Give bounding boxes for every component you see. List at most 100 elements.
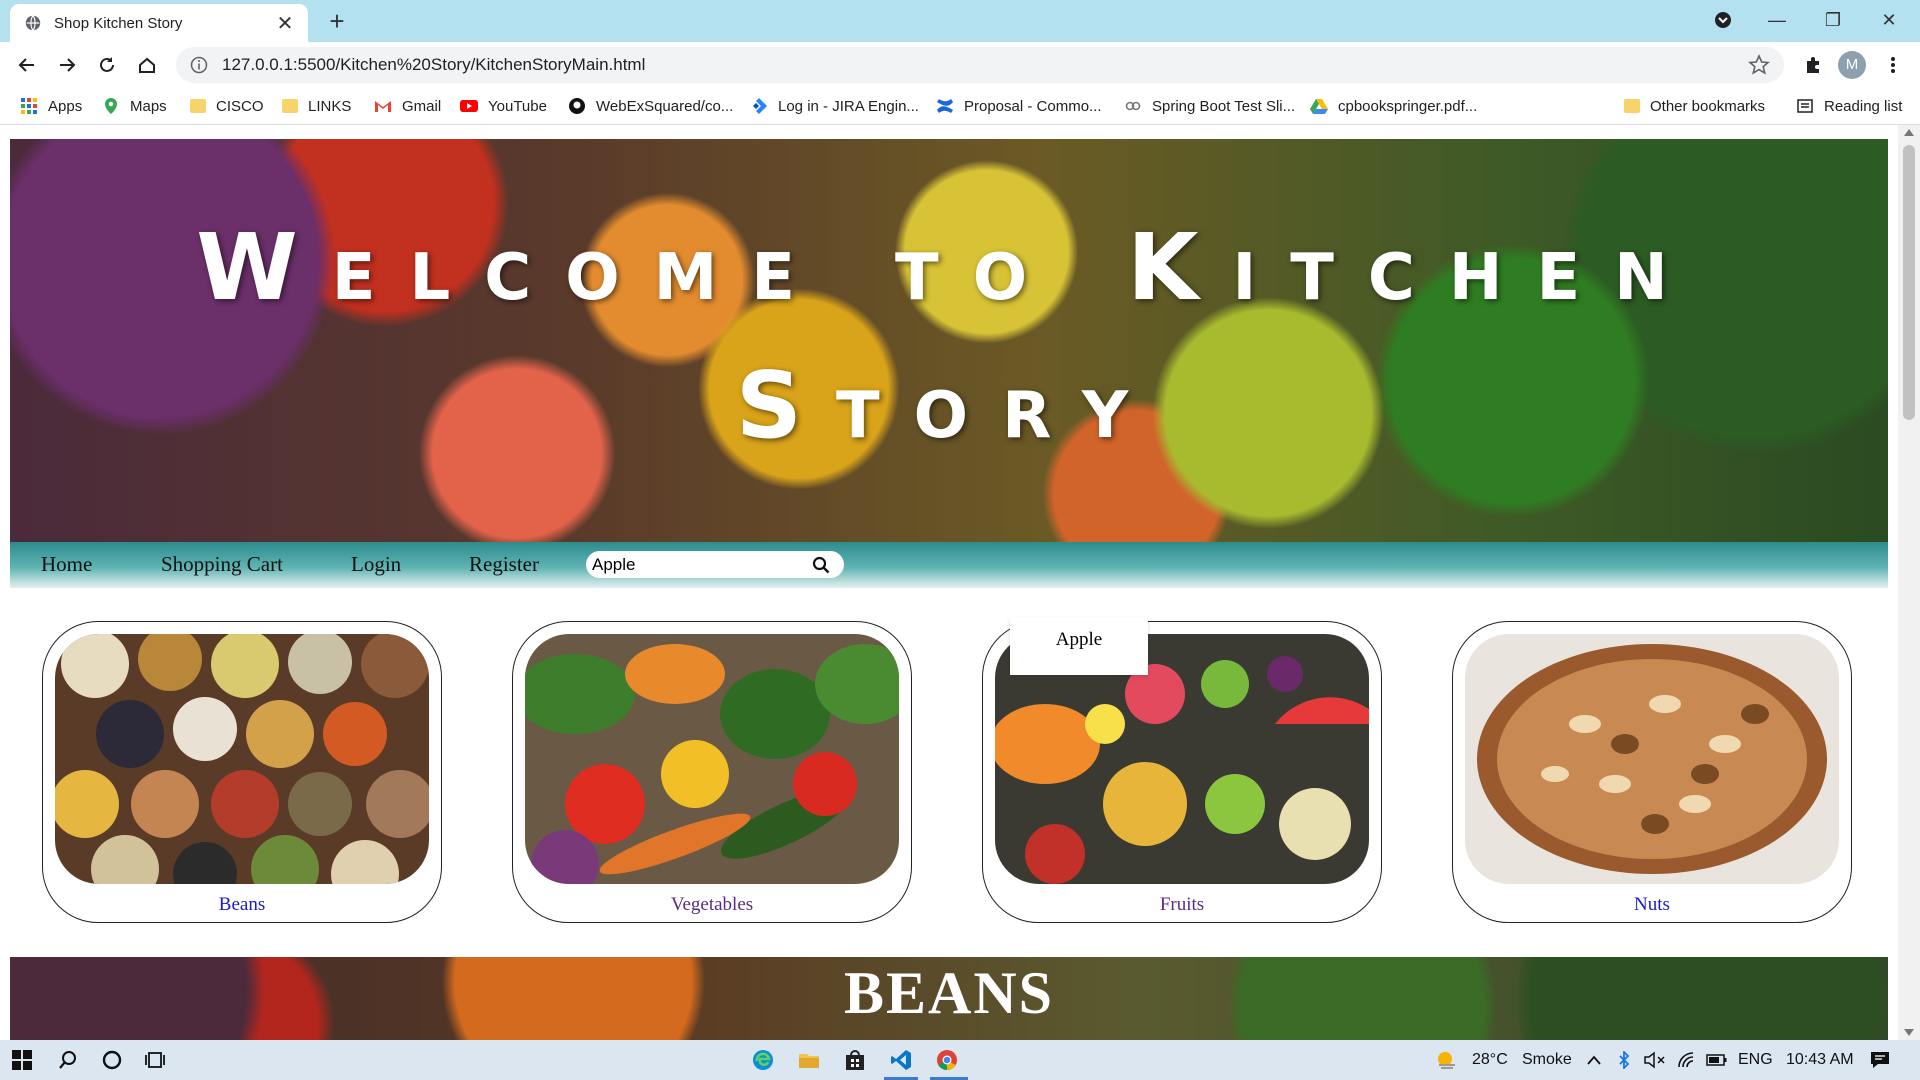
bluetooth-icon[interactable] bbox=[1616, 1048, 1632, 1072]
bookmark-cisco[interactable]: CISCO bbox=[190, 95, 264, 117]
task-view-button[interactable] bbox=[144, 1048, 168, 1072]
section-banner: BEANS bbox=[10, 957, 1888, 1040]
minimize-button[interactable]: — bbox=[1750, 0, 1804, 40]
page-scrollbar[interactable] bbox=[1898, 125, 1920, 1040]
kebab-menu-icon bbox=[1891, 57, 1895, 73]
reload-icon bbox=[100, 57, 114, 72]
search-input[interactable] bbox=[590, 553, 794, 576]
bookmark-spring[interactable]: Spring Boot Test Sli... bbox=[1124, 95, 1295, 117]
category-label-beans[interactable]: Beans bbox=[43, 894, 441, 916]
reload-button[interactable] bbox=[92, 50, 122, 80]
nav-home[interactable]: Home bbox=[41, 552, 92, 577]
bookmark-apps[interactable]: Apps bbox=[20, 95, 82, 117]
hero-banner: Welcome to Kitchen Story bbox=[10, 139, 1888, 542]
language-indicator[interactable]: ENG bbox=[1738, 1048, 1773, 1072]
battery-icon[interactable] bbox=[1706, 1048, 1728, 1072]
bookmark-cpbook[interactable]: cpbookspringer.pdf... bbox=[1310, 95, 1477, 117]
new-tab-button[interactable]: + bbox=[320, 8, 354, 34]
weather-icon[interactable] bbox=[1434, 1048, 1460, 1072]
bookmark-label: Proposal - Commo... bbox=[964, 97, 1102, 115]
bookmark-webex[interactable]: WebExSquared/co... bbox=[568, 95, 733, 117]
cortana-button[interactable] bbox=[100, 1048, 124, 1072]
vscode-app[interactable] bbox=[888, 1048, 914, 1072]
scroll-down-icon[interactable] bbox=[1904, 1029, 1914, 1036]
url-text: 127.0.0.1:5500/Kitchen%20Story/KitchenSt… bbox=[222, 55, 646, 74]
notification-icon[interactable] bbox=[1868, 1048, 1892, 1072]
nav-login[interactable]: Login bbox=[351, 552, 401, 577]
file-explorer-app[interactable] bbox=[796, 1048, 822, 1072]
back-button[interactable] bbox=[12, 50, 42, 80]
wifi-icon[interactable] bbox=[1676, 1048, 1698, 1072]
bookmark-label: WebExSquared/co... bbox=[596, 97, 734, 115]
search-box bbox=[586, 551, 844, 578]
bookmark-youtube[interactable]: YouTube bbox=[460, 95, 547, 117]
scroll-up-icon[interactable] bbox=[1904, 129, 1914, 136]
bookmark-jira[interactable]: Log in - JIRA Engin... bbox=[750, 95, 919, 117]
suggestion-item[interactable]: Apple bbox=[1010, 629, 1148, 651]
task-view-icon bbox=[145, 1052, 165, 1068]
edge-app[interactable] bbox=[750, 1048, 776, 1072]
bookmark-label: Log in - JIRA Engin... bbox=[778, 97, 919, 115]
bookmark-other[interactable]: Other bookmarks bbox=[1624, 95, 1765, 117]
folder-icon bbox=[282, 99, 298, 113]
link-icon bbox=[1125, 101, 1141, 111]
start-button[interactable] bbox=[10, 1048, 34, 1072]
reading-list-icon bbox=[1797, 99, 1813, 113]
info-icon[interactable] bbox=[190, 56, 208, 74]
confluence-icon bbox=[937, 99, 953, 113]
home-button[interactable] bbox=[132, 50, 162, 80]
close-tab-icon[interactable]: ✕ bbox=[272, 10, 298, 36]
github-icon bbox=[569, 98, 585, 114]
avatar[interactable]: M bbox=[1838, 51, 1866, 79]
search-suggestions: Apple bbox=[1010, 617, 1148, 675]
nav-register[interactable]: Register bbox=[469, 552, 539, 577]
bookmark-label: CISCO bbox=[216, 97, 264, 115]
bookmark-maps[interactable]: Maps bbox=[102, 95, 167, 117]
gmail-icon bbox=[375, 101, 391, 112]
category-label-vegetables[interactable]: Vegetables bbox=[513, 894, 911, 916]
bookmark-label: LINKS bbox=[308, 97, 352, 115]
menu-button[interactable] bbox=[1878, 50, 1908, 80]
taskbar: 28°C Smoke ENG 10:43 AM bbox=[0, 1040, 1920, 1080]
category-card-vegetables[interactable]: Vegetables bbox=[512, 621, 912, 923]
search-icon[interactable] bbox=[812, 556, 830, 574]
nav-shopping-cart[interactable]: Shopping Cart bbox=[161, 552, 283, 577]
globe-icon bbox=[25, 15, 41, 31]
home-icon bbox=[139, 57, 155, 73]
chrome-app[interactable] bbox=[934, 1048, 960, 1072]
weather-temperature[interactable]: 28°C bbox=[1472, 1048, 1508, 1072]
vegetables-image bbox=[525, 634, 899, 884]
page-viewport: Welcome to Kitchen Story Home Shopping C… bbox=[0, 125, 1898, 1040]
category-card-nuts[interactable]: Nuts bbox=[1452, 621, 1852, 923]
tab-title: Shop Kitchen Story bbox=[54, 14, 183, 32]
category-label-nuts[interactable]: Nuts bbox=[1453, 894, 1851, 916]
volume-muted-icon[interactable] bbox=[1644, 1048, 1666, 1072]
bookmark-proposal[interactable]: Proposal - Commo... bbox=[936, 95, 1102, 117]
category-card-beans[interactable]: Beans bbox=[42, 621, 442, 923]
extensions-button[interactable] bbox=[1798, 50, 1828, 80]
chevron-up-icon[interactable] bbox=[1586, 1048, 1602, 1072]
close-window-button[interactable]: ✕ bbox=[1862, 0, 1916, 40]
forward-button[interactable] bbox=[52, 50, 82, 80]
apps-grid-icon bbox=[21, 98, 37, 114]
youtube-icon bbox=[460, 100, 478, 112]
bookmark-star-icon[interactable] bbox=[1748, 54, 1770, 76]
bookmark-label: cpbookspringer.pdf... bbox=[1338, 97, 1478, 115]
clock[interactable]: 10:43 AM bbox=[1786, 1048, 1854, 1072]
bookmark-links[interactable]: LINKS bbox=[282, 95, 351, 117]
nuts-image bbox=[1465, 634, 1839, 884]
browser-toolbar: 127.0.0.1:5500/Kitchen%20Story/KitchenSt… bbox=[0, 42, 1920, 88]
search-taskbar-button[interactable] bbox=[56, 1048, 80, 1072]
browser-tab[interactable]: Shop Kitchen Story ✕ bbox=[10, 4, 308, 42]
restore-button[interactable]: ❐ bbox=[1806, 0, 1860, 40]
address-bar[interactable]: 127.0.0.1:5500/Kitchen%20Story/KitchenSt… bbox=[176, 47, 1784, 83]
store-bag-icon bbox=[846, 1050, 864, 1070]
circle-icon bbox=[102, 1050, 122, 1070]
tab-search-icon[interactable] bbox=[1696, 0, 1750, 40]
store-app[interactable] bbox=[842, 1048, 868, 1072]
weather-condition[interactable]: Smoke bbox=[1522, 1048, 1572, 1072]
bookmark-gmail[interactable]: Gmail bbox=[374, 95, 441, 117]
category-label-fruits[interactable]: Fruits bbox=[983, 894, 1381, 916]
reading-list-button[interactable]: Reading list bbox=[1796, 95, 1902, 117]
scroll-thumb[interactable] bbox=[1903, 145, 1915, 420]
